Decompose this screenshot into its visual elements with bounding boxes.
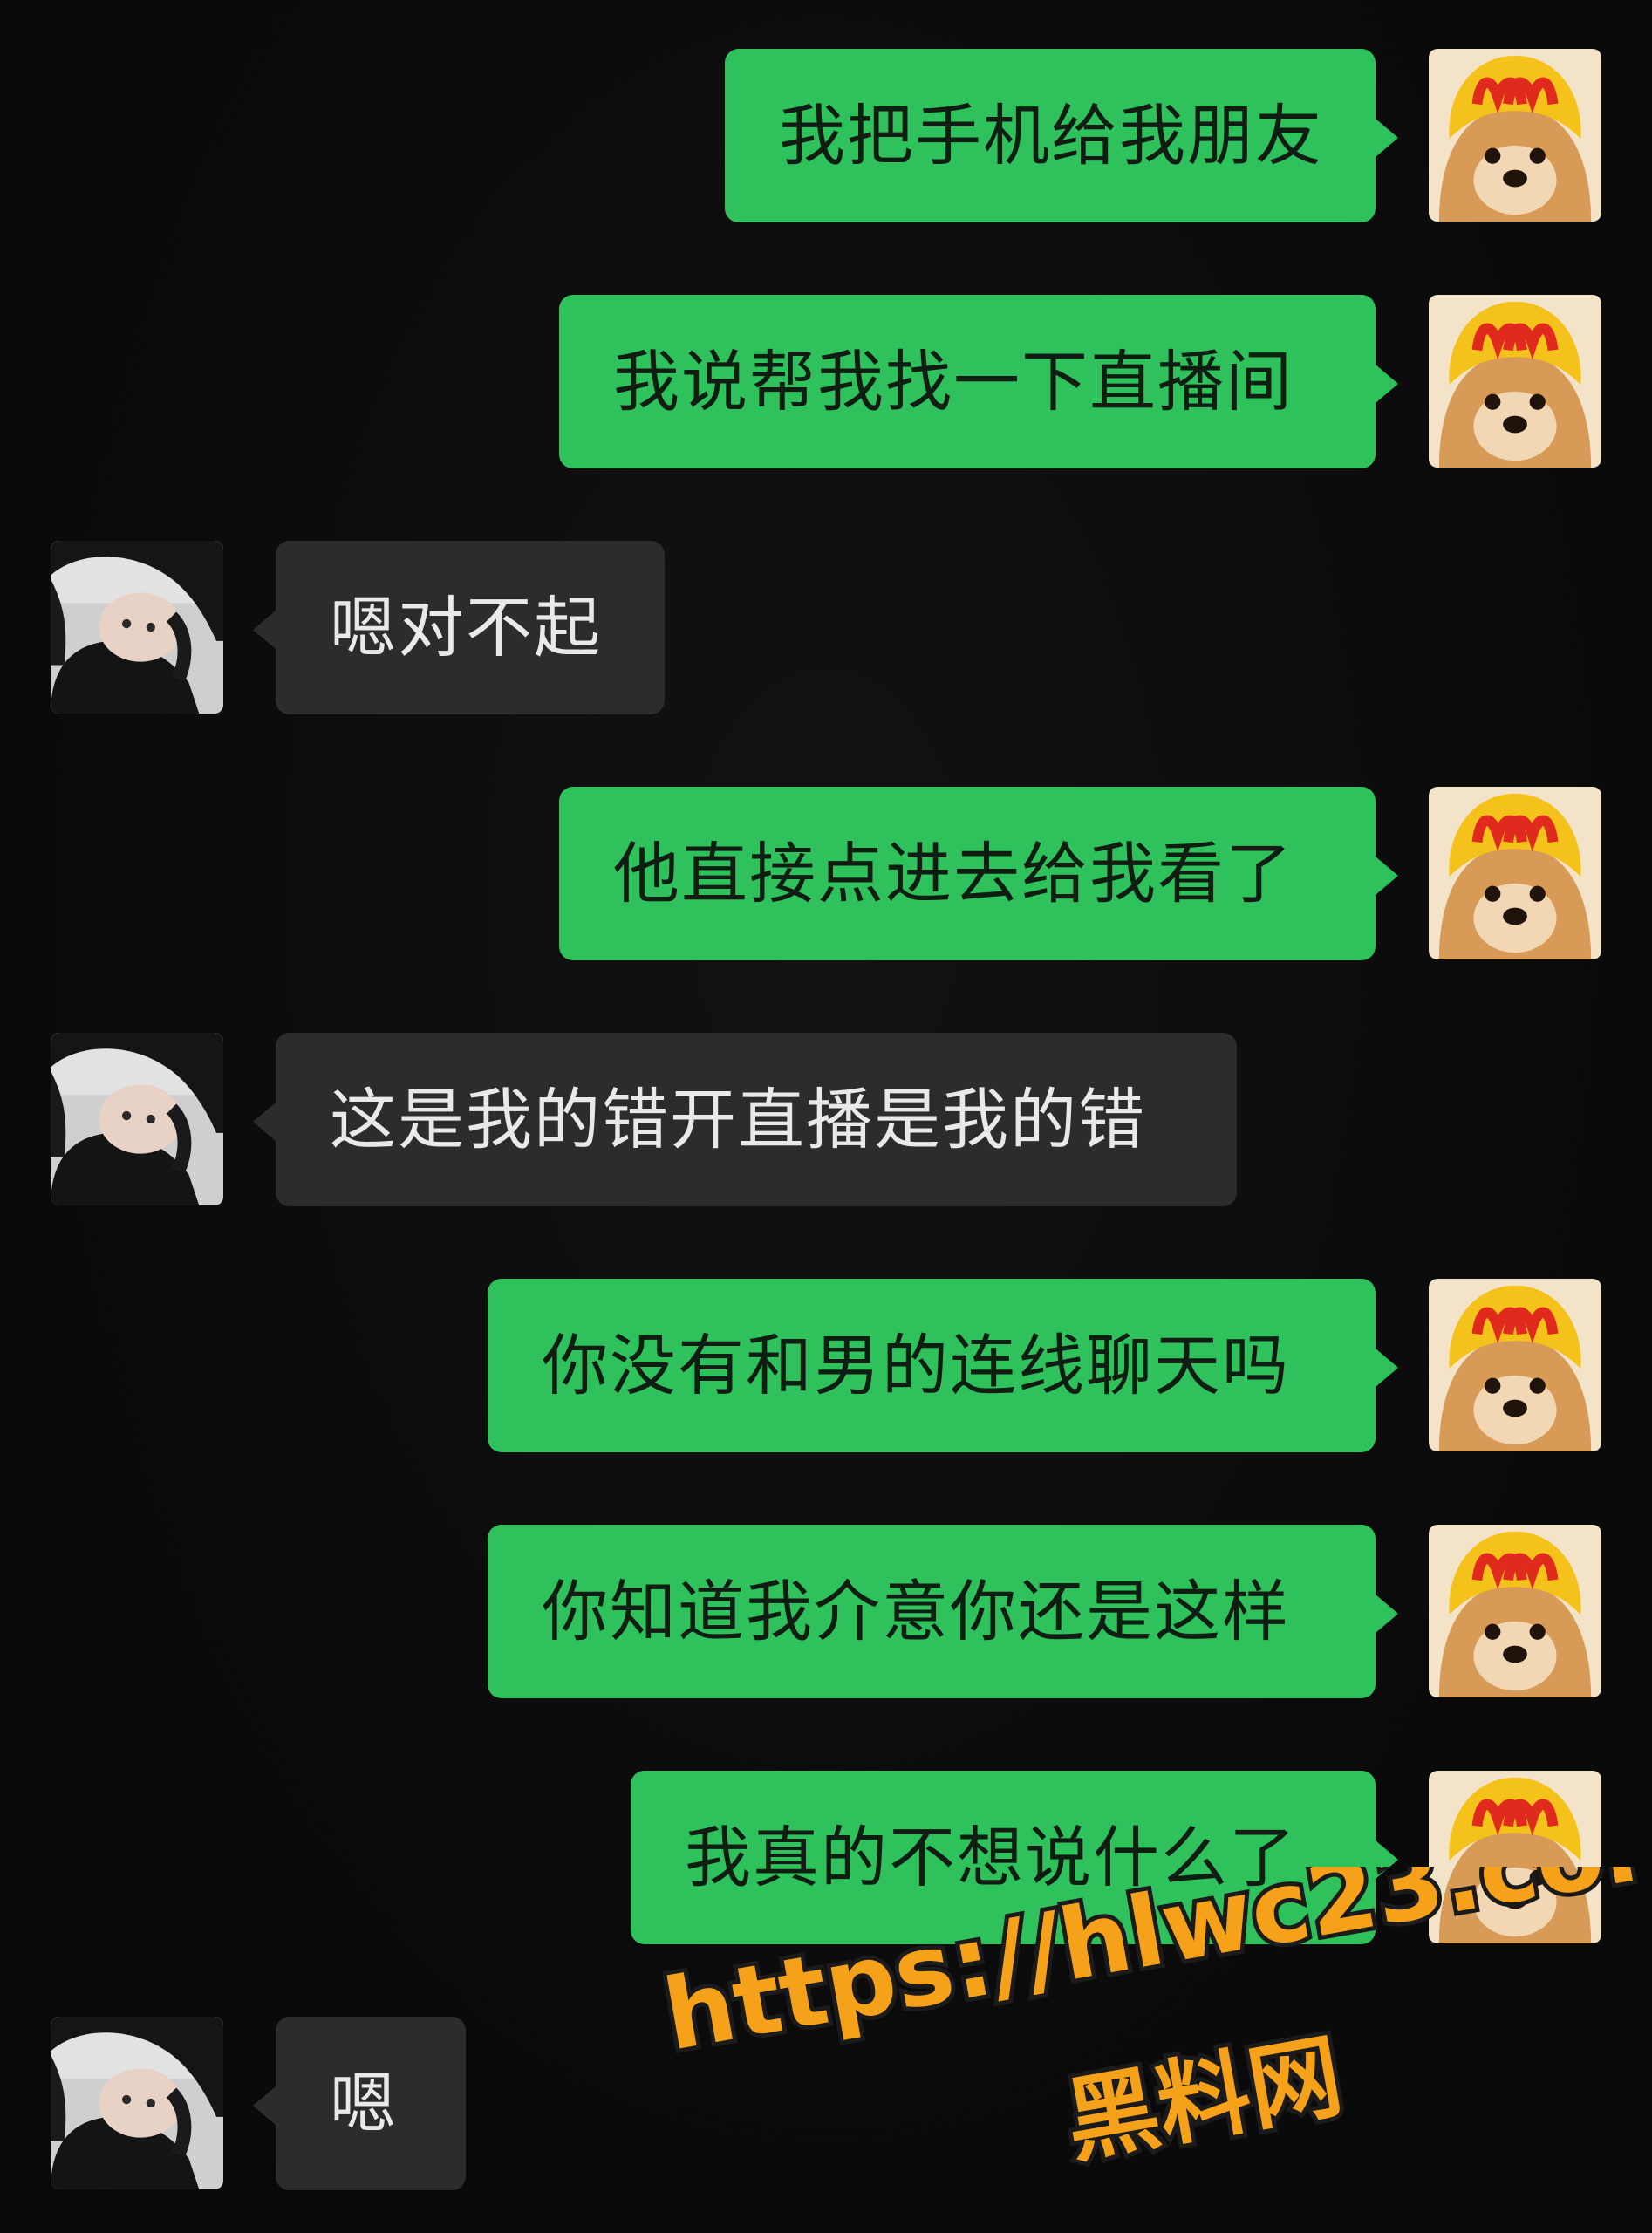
message-row: 我说帮我找一下直播间 (0, 295, 1652, 469)
bubble-tail (253, 1103, 276, 1141)
watermark: https://hlwc23.com 黑料网 (652, 1774, 1652, 2216)
dog-avatar-icon (1429, 787, 1601, 959)
message-text: 嗯 (330, 2064, 398, 2142)
person-avatar-icon (51, 541, 223, 714)
dog-avatar-icon (1429, 1525, 1601, 1697)
message-bubble[interactable]: 嗯 (253, 2017, 466, 2190)
person-avatar-icon (51, 1033, 223, 1205)
message-bubble[interactable]: 这是我的错开直播是我的错 (253, 1033, 1237, 1206)
message-text: 这是我的错开直播是我的错 (330, 1080, 1146, 1158)
self-avatar[interactable] (1429, 49, 1601, 222)
bubble-tail (1376, 1349, 1398, 1387)
watermark-site-name: 黑料网 (1058, 2022, 1350, 2175)
message-bubble[interactable]: 我把手机给我朋友 (725, 49, 1398, 222)
message-bubble[interactable]: 你知道我介意你还是这样 (488, 1525, 1398, 1698)
bubble-tail (1376, 1595, 1398, 1633)
message-bubble[interactable]: 嗯对不起 (253, 541, 665, 714)
dog-avatar-icon (1429, 295, 1601, 468)
self-avatar[interactable] (1429, 1279, 1601, 1451)
self-avatar[interactable] (1429, 787, 1601, 959)
peer-avatar[interactable] (51, 1033, 223, 1205)
bubble-tail (1376, 365, 1398, 403)
message-row: 他直接点进去给我看了 (0, 787, 1652, 961)
peer-avatar[interactable] (51, 541, 223, 714)
message-bubble[interactable]: 你没有和男的连线聊天吗 (488, 1279, 1398, 1452)
message-bubble[interactable]: 他直接点进去给我看了 (559, 787, 1398, 960)
dog-avatar-icon (1429, 49, 1601, 222)
bubble-tail (253, 2086, 276, 2125)
watermark-graphic: https://hlwc23.com 黑料网 (652, 1774, 1652, 2181)
watermark-url: https://hlwc23.com (663, 1867, 1640, 2073)
message-text: 嗯对不起 (330, 588, 602, 666)
message-text: 我把手机给我朋友 (779, 96, 1323, 174)
bubble-tail (253, 611, 276, 649)
message-row: 你知道我介意你还是这样 (0, 1525, 1652, 1699)
chat-window: 我把手机给我朋友 我说帮我找一下直播间 嗯对不起 他直接点进去给我看了 这是我的… (0, 0, 1652, 2233)
self-avatar[interactable] (1429, 295, 1601, 468)
self-avatar[interactable] (1429, 1525, 1601, 1697)
message-text: 我说帮我找一下直播间 (613, 342, 1294, 420)
message-row: 嗯对不起 (0, 541, 1652, 715)
bubble-tail (1376, 857, 1398, 895)
peer-avatar[interactable] (51, 2017, 223, 2189)
message-bubble[interactable]: 我说帮我找一下直播间 (559, 295, 1398, 468)
message-row: 我把手机给我朋友 (0, 49, 1652, 223)
message-text: 他直接点进去给我看了 (613, 834, 1294, 912)
message-text: 你没有和男的连线聊天吗 (542, 1326, 1290, 1404)
message-row: 这是我的错开直播是我的错 (0, 1033, 1652, 1207)
dog-avatar-icon (1429, 1279, 1601, 1451)
person-avatar-icon (51, 2017, 223, 2189)
bubble-tail (1376, 119, 1398, 157)
message-text: 你知道我介意你还是这样 (542, 1572, 1290, 1650)
message-row: 你没有和男的连线聊天吗 (0, 1279, 1652, 1453)
